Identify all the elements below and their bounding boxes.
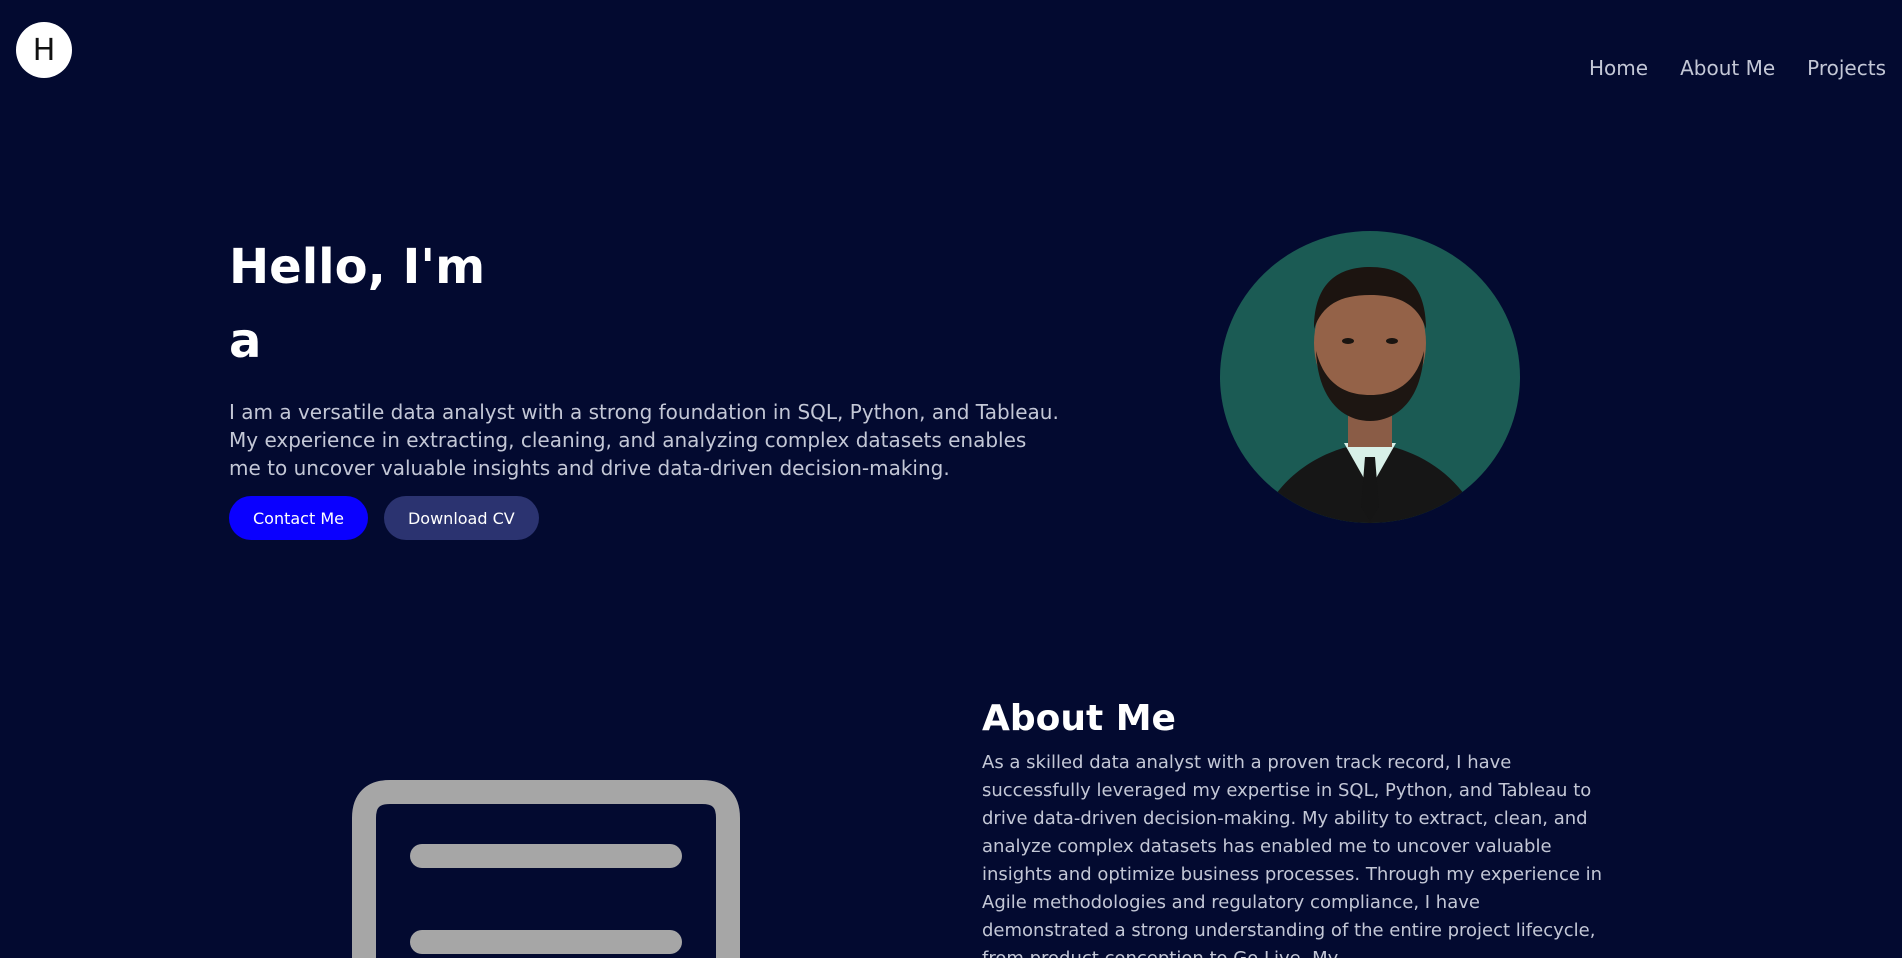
profile-photo-illustration <box>1260 267 1480 523</box>
nav-projects-link[interactable]: Projects <box>1807 56 1886 80</box>
about-title: About Me <box>982 698 1176 739</box>
hero-title-line-2: a <box>229 313 262 369</box>
document-icon <box>352 780 740 958</box>
about-text: As a skilled data analyst with a proven … <box>982 752 1603 958</box>
hero-description: I am a versatile data analyst with a str… <box>229 400 1059 480</box>
logo-badge[interactable]: H <box>16 22 72 78</box>
logo-letter: H <box>32 32 56 68</box>
hero-title: Hello, I'm a <box>229 230 1089 378</box>
nav-home-link[interactable]: Home <box>1589 56 1648 80</box>
download-cv-button[interactable]: Download CV <box>383 496 539 540</box>
contact-me-button[interactable]: Contact Me <box>229 496 368 540</box>
about-section: About Me As a skilled data analyst with … <box>982 698 1612 958</box>
hero-title-line-1: Hello, I'm <box>229 239 486 295</box>
profile-photo <box>1220 231 1520 523</box>
hero-button-row: Contact Me Download CV <box>229 496 1089 540</box>
top-nav: Home About Me Projects <box>1589 56 1886 80</box>
hero-section: Hello, I'm a I am a versatile data analy… <box>229 230 1089 540</box>
nav-about-link[interactable]: About Me <box>1680 56 1775 80</box>
portfolio-page: H Home About Me Projects Hello, I'm a I … <box>0 0 1902 958</box>
